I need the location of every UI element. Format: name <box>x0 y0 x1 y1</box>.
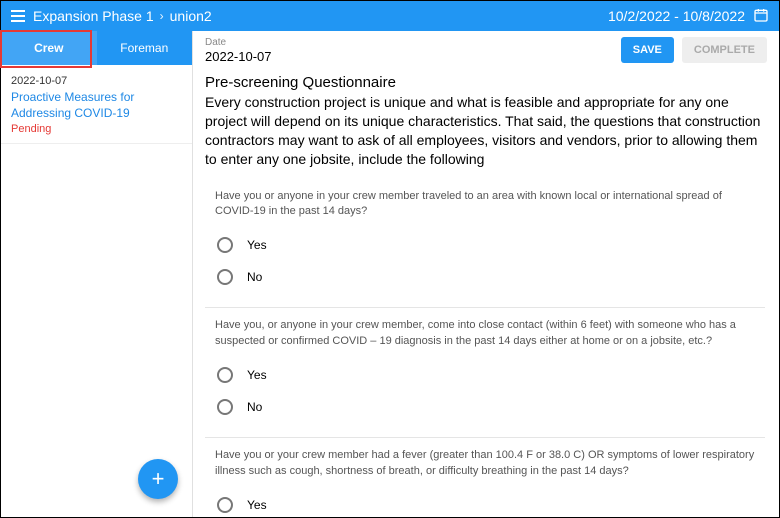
sidebar-list-item[interactable]: 2022-10-07 Proactive Measures for Addres… <box>1 65 192 144</box>
sidebar-tabs: Crew Foreman <box>1 31 192 65</box>
date-label: Date <box>205 37 272 48</box>
add-button[interactable]: + <box>138 459 178 499</box>
sidebar-item-date: 2022-10-07 <box>11 75 182 87</box>
top-bar: Expansion Phase 1 › union2 10/2/2022 - 1… <box>1 1 779 31</box>
questionnaire-title: Pre-screening Questionnaire <box>205 74 765 91</box>
date-value: 2022-10-07 <box>205 48 272 64</box>
date-field[interactable]: Date 2022-10-07 <box>205 37 272 64</box>
chevron-right-icon: › <box>160 9 164 23</box>
tab-crew[interactable]: Crew <box>1 31 97 65</box>
questionnaire-description: Every construction project is unique and… <box>205 93 765 169</box>
radio-icon[interactable] <box>217 399 233 415</box>
option-label: No <box>247 400 262 414</box>
question-text: Have you, or anyone in your crew member,… <box>215 318 761 349</box>
option-yes[interactable]: Yes <box>215 489 761 517</box>
sidebar-item-status: Pending <box>11 123 182 135</box>
menu-icon[interactable] <box>11 10 25 22</box>
main-panel: Date 2022-10-07 SAVE COMPLETE Pre-screen… <box>193 31 779 517</box>
question-item: Have you, or anyone in your crew member,… <box>205 308 765 438</box>
radio-icon[interactable] <box>217 237 233 253</box>
breadcrumb-project[interactable]: Expansion Phase 1 <box>33 8 154 24</box>
question-item: Have you or anyone in your crew member t… <box>205 179 765 309</box>
option-no[interactable]: No <box>215 261 761 293</box>
breadcrumb: Expansion Phase 1 › union2 <box>33 8 212 24</box>
option-label: Yes <box>247 368 267 382</box>
option-label: Yes <box>247 238 267 252</box>
question-text: Have you or anyone in your crew member t… <box>215 189 761 220</box>
option-label: No <box>247 270 262 284</box>
complete-button: COMPLETE <box>682 37 767 63</box>
calendar-icon[interactable] <box>753 7 769 26</box>
questions-list: Have you or anyone in your crew member t… <box>205 179 765 517</box>
tab-foreman[interactable]: Foreman <box>97 31 193 65</box>
sidebar: Crew Foreman 2022-10-07 Proactive Measur… <box>1 31 193 517</box>
option-yes[interactable]: Yes <box>215 359 761 391</box>
save-button[interactable]: SAVE <box>621 37 674 63</box>
radio-icon[interactable] <box>217 497 233 513</box>
question-text: Have you or your crew member had a fever… <box>215 448 761 479</box>
sidebar-item-title[interactable]: Proactive Measures for Addressing COVID-… <box>11 89 182 121</box>
radio-icon[interactable] <box>217 269 233 285</box>
breadcrumb-item[interactable]: union2 <box>170 8 212 24</box>
question-item: Have you or your crew member had a fever… <box>205 438 765 517</box>
radio-icon[interactable] <box>217 367 233 383</box>
option-no[interactable]: No <box>215 391 761 423</box>
date-range[interactable]: 10/2/2022 - 10/8/2022 <box>608 8 745 24</box>
option-yes[interactable]: Yes <box>215 229 761 261</box>
option-label: Yes <box>247 498 267 512</box>
